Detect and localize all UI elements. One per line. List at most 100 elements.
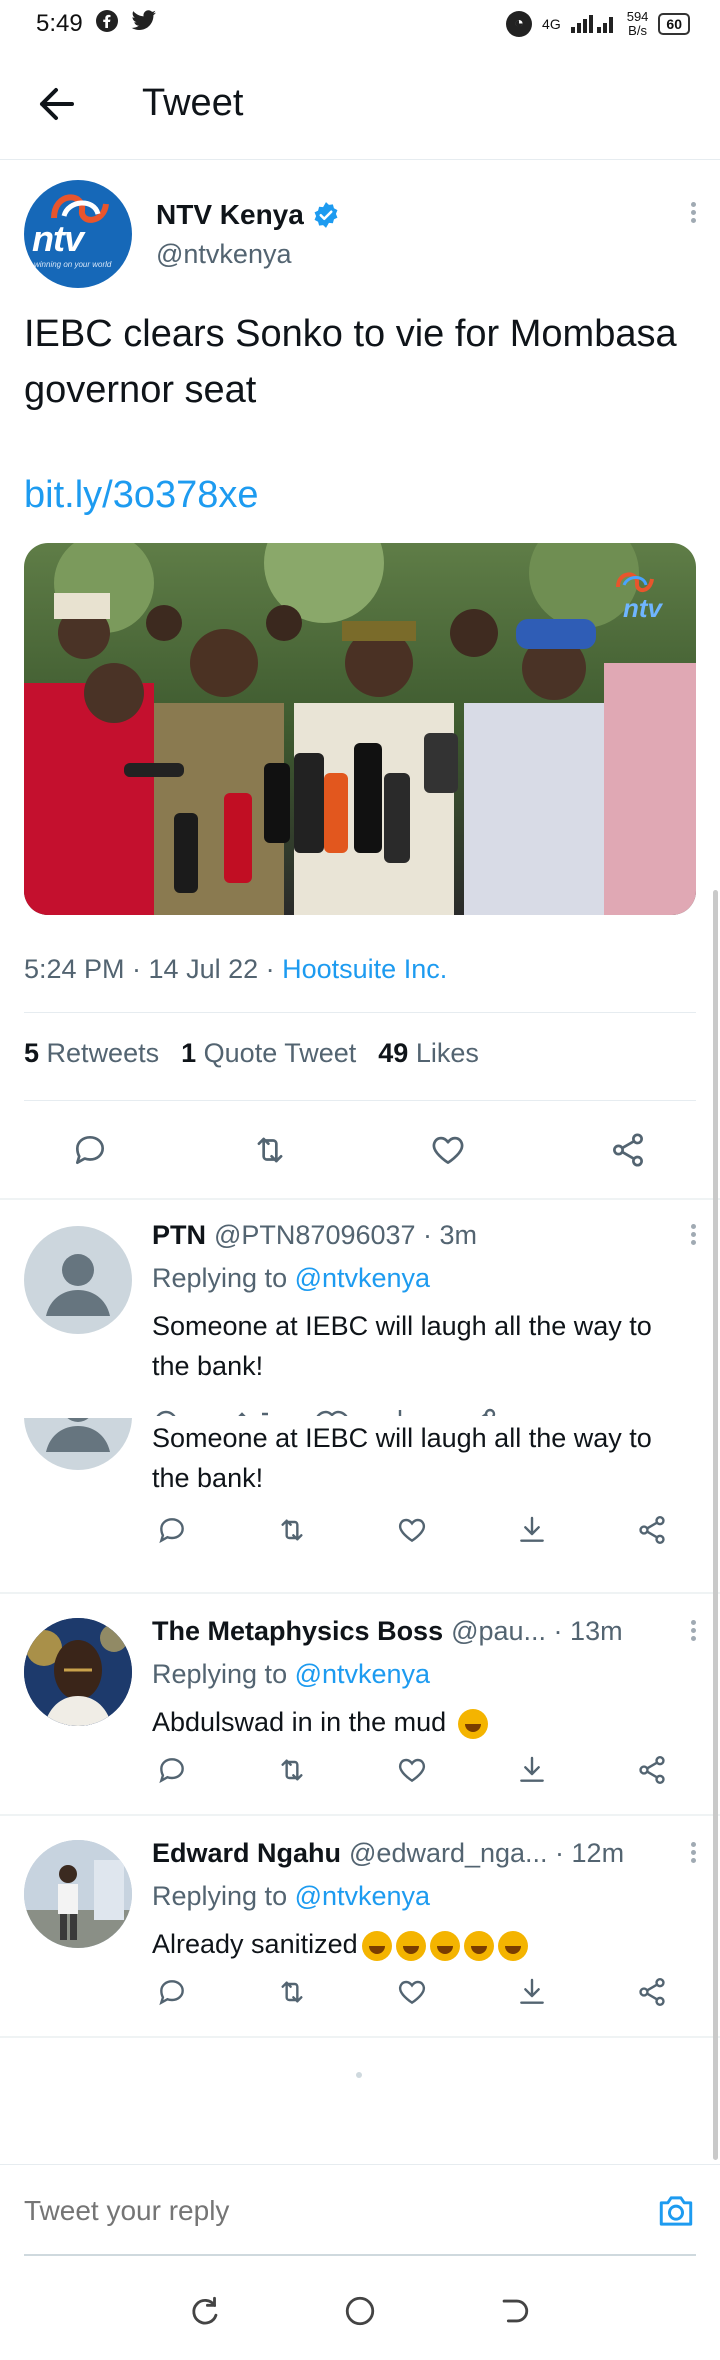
battery-indicator: 60 bbox=[658, 13, 690, 35]
network-speed: 594 B/s bbox=[626, 9, 649, 38]
divider bbox=[0, 2036, 720, 2038]
reply-text-duplicate: Someone at IEBC will laugh all the way t… bbox=[152, 1423, 652, 1493]
download-button[interactable] bbox=[512, 1972, 552, 2012]
mention-link[interactable]: @ntvkenya bbox=[295, 1263, 430, 1293]
share-button[interactable] bbox=[632, 1510, 672, 1550]
author-name-row[interactable]: NTV Kenya bbox=[156, 199, 340, 231]
retweet-icon bbox=[281, 1759, 303, 1781]
tweet-text: IEBC clears Sonko to vie for Mombasa gov… bbox=[24, 313, 677, 411]
heart-icon bbox=[398, 1758, 426, 1783]
more-options-icon[interactable] bbox=[691, 1620, 696, 1641]
tweet-source-link[interactable]: Hootsuite Inc. bbox=[282, 954, 447, 984]
arrow-left-icon bbox=[40, 87, 74, 120]
reply-button[interactable] bbox=[60, 1120, 120, 1180]
more-options-icon[interactable] bbox=[691, 1224, 696, 1245]
mention-link[interactable]: @ntvkenya bbox=[295, 1659, 430, 1689]
emoji-icon bbox=[429, 1930, 460, 1961]
share-icon bbox=[639, 1978, 665, 2006]
reply-tweet[interactable]: Edward Ngahu @edward_nga... · 12m Replyin… bbox=[0, 1816, 720, 2034]
share-button[interactable] bbox=[598, 1120, 658, 1180]
reply-button[interactable] bbox=[152, 1750, 192, 1790]
retweet-button[interactable] bbox=[272, 1750, 312, 1790]
reply-tweet[interactable]: The Metaphysics Boss @pau... · 13m Replyi… bbox=[0, 1594, 720, 1812]
download-button[interactable] bbox=[512, 1750, 552, 1790]
home-button[interactable] bbox=[343, 2294, 377, 2333]
recent-apps-button[interactable] bbox=[189, 2294, 223, 2333]
share-button[interactable] bbox=[632, 1972, 672, 2012]
retweet-button[interactable] bbox=[272, 1510, 312, 1550]
emoji-icon bbox=[463, 1930, 494, 1961]
download-button[interactable] bbox=[512, 1510, 552, 1550]
divider bbox=[24, 1012, 696, 1013]
like-button[interactable] bbox=[392, 1972, 432, 2012]
emoji-icon bbox=[361, 1930, 392, 1961]
more-options-icon[interactable] bbox=[691, 1842, 696, 1863]
retweet-icon bbox=[257, 1137, 283, 1163]
divider bbox=[24, 1100, 696, 1101]
download-icon bbox=[520, 1756, 544, 1782]
reply-author-handle: @PTN87096037 · 3m bbox=[214, 1220, 478, 1250]
quotes-stat[interactable]: 1 Quote Tweet bbox=[181, 1038, 356, 1069]
app-header: Tweet bbox=[0, 48, 720, 160]
retweets-stat[interactable]: 5 Retweets bbox=[24, 1038, 159, 1069]
heart-icon bbox=[432, 1136, 464, 1165]
clipped-action-bar bbox=[152, 1404, 692, 1416]
retweet-icon bbox=[281, 1981, 303, 2003]
recent-apps-icon bbox=[192, 2296, 218, 2324]
like-button[interactable] bbox=[418, 1120, 478, 1180]
person-photo-avatar bbox=[24, 1840, 132, 1948]
author-avatar[interactable]: ntv winning on your world bbox=[24, 180, 132, 288]
reply-button[interactable] bbox=[152, 1972, 192, 2012]
facebook-icon bbox=[95, 9, 119, 40]
default-avatar[interactable] bbox=[24, 1226, 132, 1334]
likes-stat[interactable]: 49 Likes bbox=[378, 1038, 479, 1069]
mention-link[interactable]: @ntvkenya bbox=[295, 1881, 430, 1911]
heart-icon bbox=[398, 1980, 426, 2005]
emoji-icon bbox=[395, 1930, 426, 1961]
person-placeholder-icon bbox=[46, 1254, 110, 1316]
reply-author-name[interactable]: Edward Ngahu bbox=[152, 1838, 341, 1869]
avatar-logo-text: ntv bbox=[32, 218, 84, 259]
status-time: 5:49 bbox=[36, 10, 83, 37]
reply-text: Already sanitized bbox=[152, 1924, 696, 1964]
verified-badge-icon bbox=[314, 201, 338, 228]
reply-input[interactable] bbox=[24, 2194, 656, 2227]
user-avatar[interactable] bbox=[24, 1618, 132, 1726]
emoji-icon bbox=[497, 1930, 528, 1961]
user-avatar[interactable] bbox=[24, 1840, 132, 1948]
media-watermark-text: ntv bbox=[623, 593, 662, 623]
reply-button[interactable] bbox=[152, 1510, 192, 1550]
like-button[interactable] bbox=[392, 1750, 432, 1790]
system-nav-bar bbox=[0, 2266, 720, 2360]
page-title: Tweet bbox=[142, 82, 244, 124]
reply-author-name[interactable]: PTN bbox=[152, 1220, 206, 1251]
retweet-button[interactable] bbox=[272, 1972, 312, 2012]
replying-to: Replying to @ntvkenya bbox=[152, 1881, 431, 1911]
reply-tweet[interactable]: PTN @PTN87096037 · 3m Replying to @ntvken… bbox=[0, 1198, 720, 1590]
tweet-media-image[interactable]: ntv bbox=[24, 543, 696, 915]
retweet-button[interactable] bbox=[240, 1120, 300, 1180]
camera-button[interactable] bbox=[656, 2193, 696, 2229]
back-nav-icon bbox=[502, 2299, 529, 2322]
reply-author-name[interactable]: The Metaphysics Boss bbox=[152, 1616, 443, 1647]
like-button[interactable] bbox=[392, 1510, 432, 1550]
share-button[interactable] bbox=[632, 1750, 672, 1790]
signal-icon bbox=[570, 13, 617, 36]
status-bar: 5:49 ◔ 4G 594 B/s 60 bbox=[0, 0, 720, 48]
press-conference-photo bbox=[24, 543, 696, 915]
share-icon bbox=[639, 1756, 665, 1784]
replying-to: Replying to @ntvkenya bbox=[152, 1263, 431, 1293]
replying-to: Replying to @ntvkenya bbox=[152, 1659, 431, 1689]
reply-author-handle: @edward_nga... · 12m bbox=[349, 1838, 625, 1868]
back-nav-button[interactable] bbox=[497, 2294, 531, 2333]
reply-action-bar bbox=[152, 1510, 692, 1550]
back-button[interactable] bbox=[0, 48, 112, 160]
more-options-icon[interactable] bbox=[691, 202, 696, 223]
reply-action-bar bbox=[152, 1750, 692, 1790]
reply-composer bbox=[0, 2164, 720, 2256]
loading-indicator bbox=[356, 2072, 362, 2078]
heart-icon bbox=[398, 1518, 426, 1543]
scrollbar[interactable] bbox=[713, 890, 718, 2160]
share-icon bbox=[613, 1133, 643, 1167]
tweet-link[interactable]: bit.ly/3o378xe bbox=[24, 474, 696, 517]
